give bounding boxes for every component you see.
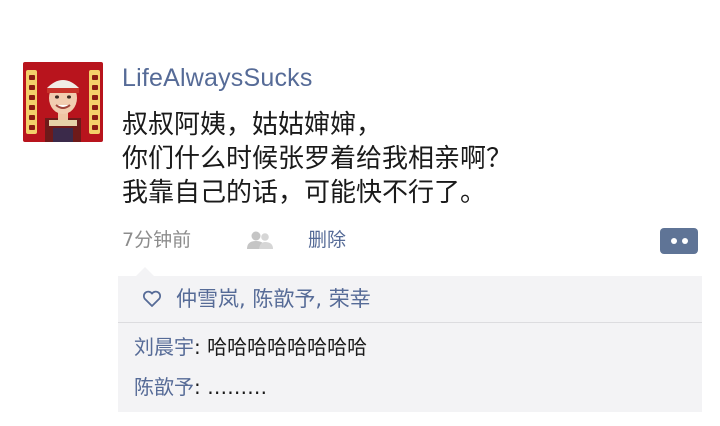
username[interactable]: LifeAlwaysSucks: [122, 62, 313, 94]
comment-dots-icon[interactable]: [660, 228, 698, 254]
comment-text: 哈哈哈哈哈哈哈哈: [207, 335, 368, 359]
comment-author[interactable]: 刘晨宇: [134, 335, 194, 359]
interaction-box: 仲雪岚, 陈歆予, 荣幸 刘晨宇: 哈哈哈哈哈哈哈哈 陈歆予: ………: [118, 267, 702, 412]
contacts-icon[interactable]: [244, 230, 276, 250]
comment-author[interactable]: 陈歆予: [134, 375, 194, 399]
comment-separator: :: [194, 335, 208, 359]
post-text-line-1: 叔叔阿姨，姑姑婶婶，: [122, 110, 383, 140]
comment-text: ………: [207, 375, 268, 399]
couplet-banner-right: [89, 70, 100, 134]
comment-item[interactable]: 陈歆予: ………: [134, 372, 267, 402]
likes-row: 仲雪岚, 陈歆予, 荣幸: [118, 276, 702, 323]
post-text-line-3: 我靠自己的话，可能快不行了。: [122, 178, 487, 208]
comment-item[interactable]: 刘晨宇: 哈哈哈哈哈哈哈哈: [134, 332, 367, 362]
post-timestamp: 7分钟前: [122, 229, 192, 251]
child-portrait-icon: [45, 80, 81, 142]
comment-separator: :: [194, 375, 208, 399]
likes-names[interactable]: 仲雪岚, 陈歆予, 荣幸: [176, 284, 371, 314]
couplet-banner-left: [26, 70, 37, 134]
post-text-line-2: 你们什么时候张罗着给我相亲啊？: [122, 144, 513, 174]
delete-link[interactable]: 删除: [308, 226, 346, 254]
heart-icon: [143, 290, 161, 307]
avatar[interactable]: [23, 62, 103, 142]
